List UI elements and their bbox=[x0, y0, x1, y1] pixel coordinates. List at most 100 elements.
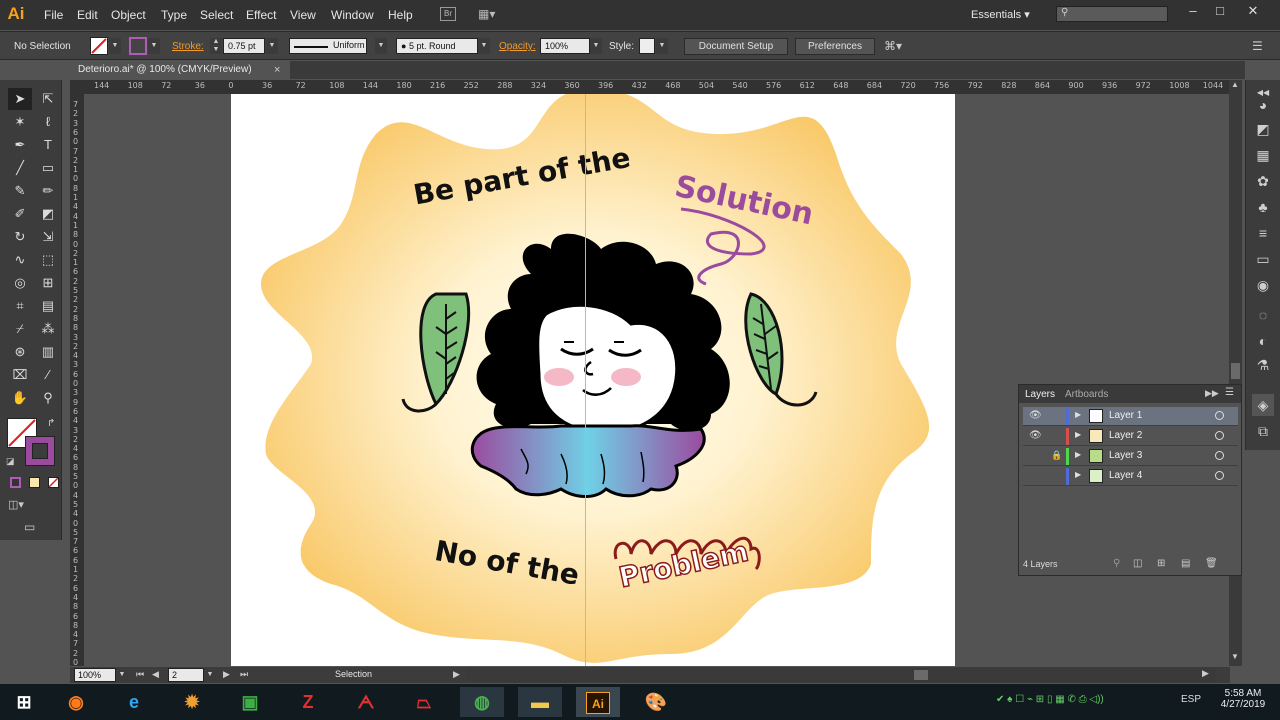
pencil-tool-icon[interactable]: ✏ bbox=[36, 180, 60, 202]
expand-layer-arrow[interactable]: ▶ bbox=[1075, 430, 1081, 439]
acrobat-icon[interactable]: ⏢ bbox=[402, 687, 446, 717]
zoom-tool-icon[interactable]: ⚲ bbox=[36, 387, 60, 409]
screen-mode-icon[interactable]: ▭ bbox=[24, 520, 35, 534]
maximize-button[interactable]: □ bbox=[1207, 2, 1233, 20]
shape-builder-tool-icon[interactable]: ◎ bbox=[8, 272, 32, 294]
layer-row[interactable]: 👁 ▶ Layer 1 bbox=[1023, 407, 1238, 426]
menu-view[interactable]: View bbox=[290, 8, 316, 22]
status-menu-arrow[interactable]: ▶ bbox=[453, 669, 460, 680]
rotate-tool-icon[interactable]: ↻ bbox=[8, 226, 32, 248]
scroll-up-arrow[interactable]: ▲ bbox=[1231, 80, 1239, 89]
artboards-panel-icon[interactable]: ⧉ bbox=[1252, 420, 1274, 442]
none-mode-icon[interactable] bbox=[48, 477, 59, 488]
new-sublayer-icon[interactable]: ⊞ bbox=[1157, 558, 1165, 569]
collapse-panel-icon[interactable]: ▶▶ bbox=[1205, 388, 1219, 399]
stroke-swatch[interactable] bbox=[129, 37, 147, 55]
canvas[interactable]: Be part of the Solution No of the Proble… bbox=[84, 94, 1229, 666]
stroke-dropdown-arrow[interactable]: ▼ bbox=[148, 38, 160, 54]
artboard-tool-icon[interactable]: ⌧ bbox=[8, 364, 32, 386]
hand-tool-icon[interactable]: ✋ bbox=[8, 387, 32, 409]
vertical-guide[interactable] bbox=[585, 94, 586, 666]
internet-explorer-icon[interactable]: e bbox=[112, 687, 156, 717]
previous-artboard-button[interactable]: ◀ bbox=[152, 669, 159, 680]
graphic-styles-panel-icon[interactable]: ◐ bbox=[1252, 330, 1274, 352]
layers-tab[interactable]: Layers bbox=[1025, 389, 1055, 400]
layer-name[interactable]: Layer 3 bbox=[1109, 450, 1142, 461]
blob-brush-tool-icon[interactable]: ✐ bbox=[8, 203, 32, 225]
paint-icon[interactable]: 🎨 bbox=[634, 687, 678, 717]
ruler-origin[interactable] bbox=[70, 80, 92, 94]
layer-target-icon[interactable] bbox=[1215, 471, 1224, 480]
swap-fill-stroke-icon[interactable]: ↱ bbox=[47, 418, 55, 429]
warp-tool-icon[interactable]: ∿ bbox=[8, 249, 32, 271]
layer-row[interactable]: 👁 ▶ Layer 2 bbox=[1023, 427, 1238, 446]
slice-tool-icon[interactable]: ⁄ bbox=[36, 364, 60, 386]
blend-tool-icon[interactable]: ⁂ bbox=[36, 318, 60, 340]
stroke-weight-field[interactable]: 0.75 pt bbox=[223, 38, 265, 54]
minimize-button[interactable]: – bbox=[1180, 2, 1206, 20]
align-panel-icon[interactable]: ⚗ bbox=[1252, 354, 1274, 376]
close-window-button[interactable]: ✕ bbox=[1240, 2, 1266, 20]
zoom-dropdown[interactable]: ▼ bbox=[116, 668, 128, 682]
store-icon[interactable]: ▣ bbox=[228, 687, 272, 717]
default-colors-icon[interactable]: ◪ bbox=[6, 456, 15, 467]
document-tab[interactable]: Deterioro.ai* @ 100% (CMYK/Preview) × bbox=[70, 61, 290, 79]
opacity-dropdown[interactable]: ▼ bbox=[590, 38, 602, 54]
opacity-field[interactable]: 100% bbox=[540, 38, 590, 54]
layer-target-icon[interactable] bbox=[1215, 451, 1224, 460]
gradient-panel-icon[interactable]: ▭ bbox=[1252, 248, 1274, 270]
type-tool-icon[interactable]: T bbox=[36, 134, 60, 156]
menu-object[interactable]: Object bbox=[111, 8, 146, 22]
illustrator-taskbar-icon[interactable]: Ai bbox=[576, 687, 620, 717]
delete-layer-icon[interactable]: 🗑 bbox=[1205, 558, 1218, 569]
selection-tool-icon[interactable]: ➤ bbox=[8, 88, 32, 110]
firefox-icon[interactable]: ◉ bbox=[54, 687, 98, 717]
brushes-panel-icon[interactable]: ✿ bbox=[1252, 170, 1274, 192]
expand-layer-arrow[interactable]: ▶ bbox=[1075, 410, 1081, 419]
make-clipping-mask-icon[interactable]: ◫ bbox=[1133, 558, 1142, 569]
visibility-eye-icon[interactable]: 👁 bbox=[1029, 410, 1042, 421]
arrange-documents-icon[interactable]: ▦▾ bbox=[478, 7, 500, 21]
color-guide-panel-icon[interactable]: ◩ bbox=[1252, 118, 1274, 140]
color-panel-icon[interactable]: ◕ bbox=[1252, 94, 1274, 116]
app-z-icon[interactable]: Z bbox=[286, 687, 330, 717]
arrange-icon[interactable]: ⌘▾ bbox=[884, 39, 902, 53]
horizontal-scroll-thumb[interactable] bbox=[914, 670, 928, 680]
mesh-tool-icon[interactable]: ⌗ bbox=[8, 295, 32, 317]
zoom-field[interactable]: 100% bbox=[74, 668, 116, 682]
artboards-tab[interactable]: Artboards bbox=[1065, 389, 1108, 400]
chrome-icon[interactable]: ◍ bbox=[460, 687, 504, 717]
windows-start-icon[interactable]: ⊞ bbox=[2, 687, 46, 717]
bridge-icon[interactable]: Br bbox=[440, 7, 456, 21]
layer-name[interactable]: Layer 2 bbox=[1109, 430, 1142, 441]
graphic-style-swatch[interactable] bbox=[639, 38, 655, 54]
workspace-switcher[interactable]: Essentials ▾ bbox=[971, 8, 1030, 21]
perspective-grid-tool-icon[interactable]: ⊞ bbox=[36, 272, 60, 294]
menu-file[interactable]: File bbox=[44, 8, 63, 22]
rectangle-tool-icon[interactable]: ▭ bbox=[36, 157, 60, 179]
close-tab-button[interactable]: × bbox=[274, 61, 280, 79]
stroke-weight-dropdown[interactable]: ▼ bbox=[266, 38, 278, 54]
layer-target-icon[interactable] bbox=[1215, 411, 1224, 420]
panel-menu-icon[interactable]: ☰ bbox=[1252, 39, 1263, 53]
menu-window[interactable]: Window bbox=[331, 8, 374, 22]
stroke-panel-icon[interactable]: ≡ bbox=[1252, 222, 1274, 244]
document-setup-button[interactable]: Document Setup bbox=[684, 38, 788, 55]
visibility-eye-icon[interactable]: 👁 bbox=[1029, 430, 1042, 441]
vertical-scrollbar[interactable]: ▲ ▼ bbox=[1229, 80, 1242, 666]
menu-edit[interactable]: Edit bbox=[77, 8, 98, 22]
layer-name[interactable]: Layer 4 bbox=[1109, 470, 1142, 481]
first-artboard-button[interactable]: ⏮ bbox=[136, 669, 144, 680]
draw-mode-icon[interactable]: ◫▾ bbox=[8, 498, 24, 511]
locate-object-icon[interactable]: ⚲ bbox=[1113, 558, 1120, 569]
appearance-panel-icon[interactable]: ◌ bbox=[1252, 304, 1274, 326]
color-mode-icon[interactable] bbox=[10, 477, 21, 488]
magic-wand-tool-icon[interactable]: ✶ bbox=[8, 111, 32, 133]
layer-target-icon[interactable] bbox=[1215, 431, 1224, 440]
app-a-icon[interactable]: ᗅ bbox=[344, 687, 388, 717]
tray-icons[interactable]: ✔ ♠ ☐ ⌁ ⊞ ▯ ▦ ✆ ⎙ ◁)) bbox=[996, 694, 1104, 705]
style-dropdown[interactable]: ▼ bbox=[656, 38, 668, 54]
free-transform-tool-icon[interactable]: ⬚ bbox=[36, 249, 60, 271]
layers-panel-icon[interactable]: ◈ bbox=[1252, 394, 1274, 416]
stroke-label[interactable]: Stroke: bbox=[172, 41, 204, 52]
